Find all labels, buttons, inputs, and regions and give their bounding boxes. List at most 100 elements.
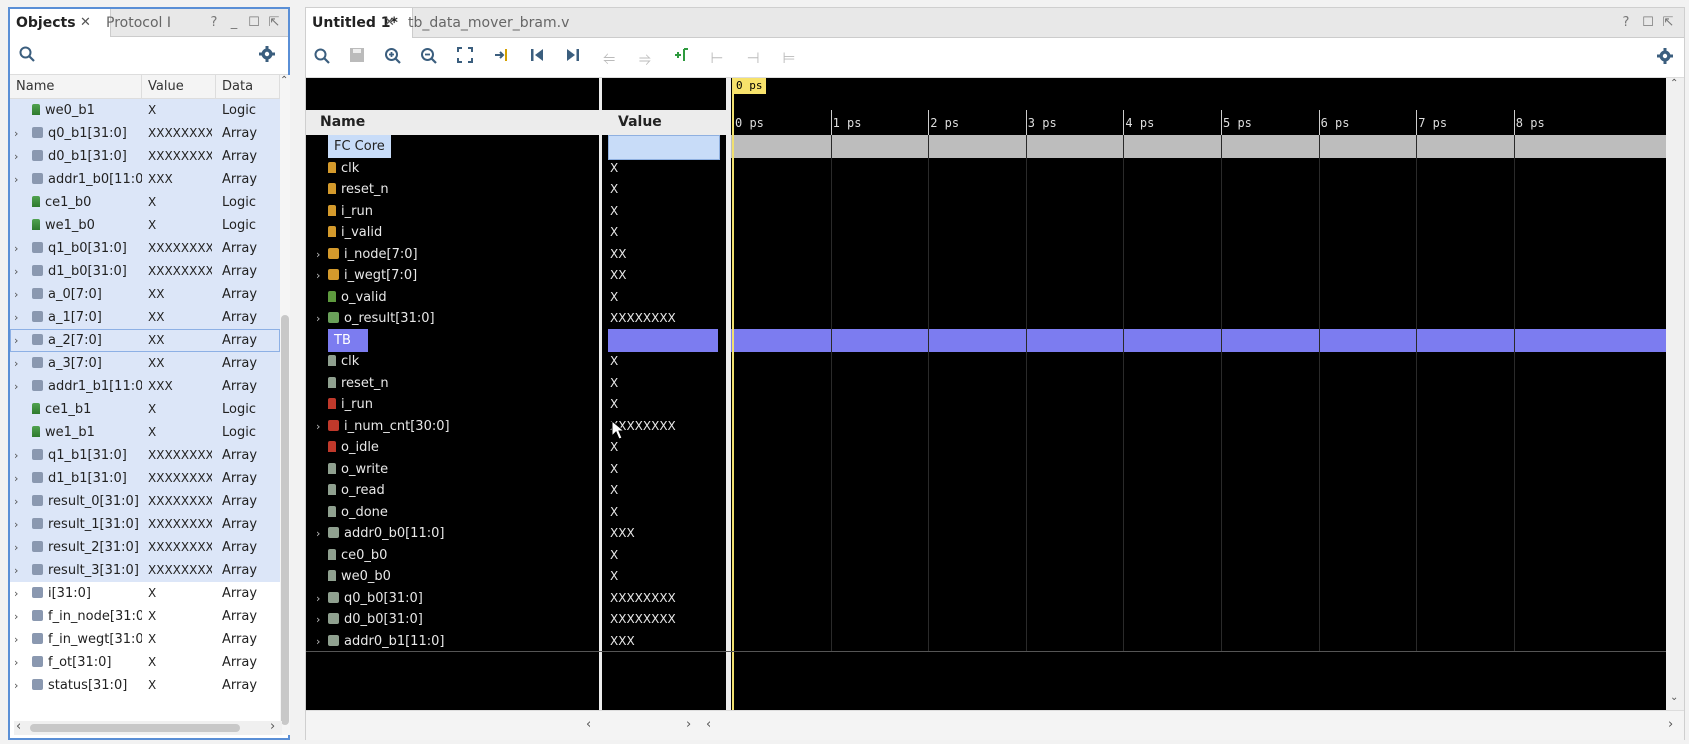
scroll-left-icon[interactable]: ‹ [16,719,21,734]
chevron-right-icon[interactable]: › [14,559,24,582]
chevron-right-icon[interactable]: › [14,168,24,191]
maximize-icon[interactable]: ☐ [1640,8,1656,38]
objects-vertical-scroll-thumb[interactable] [281,315,289,725]
signal-group-row[interactable]: FC Core [306,135,599,158]
object-row[interactable]: › q0_b1[31:0] XXXXXXXX Array [10,122,280,145]
tab-tb-data-mover-bram[interactable]: tb_data_mover_bram.v [402,8,596,38]
chevron-right-icon[interactable]: › [14,352,24,375]
object-row[interactable]: › result_3[31:0] XXXXXXXX Array [10,559,280,582]
scroll-left-icon[interactable]: ‹ [586,717,591,732]
chevron-right-icon[interactable]: › [14,260,24,283]
object-row[interactable]: ce1_b1 X Logic [10,398,280,421]
go-to-cursor-icon[interactable] [490,47,512,69]
signal-row[interactable]: clk [306,157,599,180]
object-row[interactable]: we1_b1 X Logic [10,421,280,444]
chevron-right-icon[interactable]: › [14,329,24,352]
object-row[interactable]: › a_3[7:0] XX Array [10,352,280,375]
signal-row[interactable]: › q0_b0[31:0] [306,587,599,610]
signal-row[interactable]: o_done [306,501,599,524]
float-icon[interactable]: ⇱ [1660,8,1676,38]
chevron-right-icon[interactable]: › [14,674,24,697]
signal-row[interactable]: › d0_b0[31:0] [306,608,599,631]
previous-transition-icon[interactable]: ⥢ [598,47,620,69]
chevron-right-icon[interactable]: › [14,513,24,536]
signal-row[interactable]: › o_result[31:0] [306,307,599,330]
objects-horizontal-scroll-thumb[interactable] [30,724,240,732]
chevron-right-icon[interactable]: › [14,536,24,559]
object-row[interactable]: › f_ot[31:0] X Array [10,651,280,674]
chevron-right-icon[interactable]: › [14,490,24,513]
column-value[interactable]: Value [142,75,216,99]
zoom-in-icon[interactable] [382,47,404,69]
chevron-right-icon[interactable]: › [14,237,24,260]
object-row[interactable]: › addr1_b1[11:0] XXX Array [10,375,280,398]
chevron-right-icon[interactable]: › [14,605,24,628]
waveform-vertical-scrollbar[interactable]: ⌃ ⌄ [1666,78,1684,710]
scroll-up-icon[interactable]: ⌃ [280,75,288,86]
column-name[interactable]: Name [10,75,142,99]
tab-protocol[interactable]: Protocol I [100,9,202,37]
signal-row[interactable]: o_idle [306,436,599,459]
object-row[interactable]: › result_2[31:0] XXXXXXXX Array [10,536,280,559]
close-icon[interactable]: ✕ [80,9,91,37]
scroll-right-icon[interactable]: › [686,717,691,732]
signal-row[interactable]: › i_node[7:0] [306,243,599,266]
swap-cursors-icon[interactable]: ⊨ [778,47,800,69]
chevron-right-icon[interactable]: › [14,467,24,490]
save-icon[interactable] [346,47,368,69]
chevron-right-icon[interactable]: › [316,587,326,610]
help-icon[interactable]: ? [1618,8,1634,38]
object-row[interactable]: › d1_b0[31:0] XXXXXXXX Array [10,260,280,283]
scroll-right-icon[interactable]: › [270,719,275,734]
chevron-right-icon[interactable]: › [14,444,24,467]
object-row[interactable]: › result_1[31:0] XXXXXXXX Array [10,513,280,536]
scroll-up-icon[interactable]: ⌃ [1670,78,1678,89]
object-row[interactable]: ce1_b0 X Logic [10,191,280,214]
object-row[interactable]: we1_b0 X Logic [10,214,280,237]
scroll-left-icon[interactable]: ‹ [706,717,711,732]
signal-row[interactable]: we0_b0 [306,565,599,588]
signal-row[interactable]: › addr0_b1[11:0] [306,630,599,653]
object-row[interactable]: › i[31:0] X Array [10,582,280,605]
signal-row[interactable]: reset_n [306,178,599,201]
signal-row[interactable]: i_run [306,200,599,223]
signal-row[interactable]: › i_num_cnt[30:0] [306,415,599,438]
signal-group-row[interactable]: TB [306,328,599,352]
signal-row[interactable]: o_valid [306,286,599,309]
chevron-right-icon[interactable]: › [316,243,326,266]
float-icon[interactable]: ⇱ [266,9,282,37]
tab-objects[interactable]: Objects [10,9,111,37]
waveform-plot[interactable]: 0 ps 1 ps 2 ps 3 ps 4 ps 5 ps 6 ps 7 ps 8 ps 0 ps [731,78,1666,710]
cursor-time-label[interactable]: 0 ps [733,78,766,94]
object-row[interactable]: › f_in_wegt[31:0] X Array [10,628,280,651]
scroll-right-icon[interactable]: › [1668,717,1673,732]
chevron-right-icon[interactable]: › [316,608,326,631]
tab-untitled-1[interactable]: Untitled 1* [306,8,413,38]
zoom-fit-icon[interactable] [454,47,476,69]
signal-row[interactable]: clk [306,350,599,373]
signal-row[interactable]: › i_wegt[7:0] [306,264,599,287]
time-cursor[interactable] [732,78,734,710]
signal-row[interactable]: reset_n [306,372,599,395]
object-row[interactable]: › d0_b1[31:0] XXXXXXXX Array [10,145,280,168]
chevron-right-icon[interactable]: › [14,122,24,145]
search-icon[interactable] [16,45,38,67]
objects-horizontal-scrollbar[interactable]: ‹ › [14,719,282,735]
name-column-header[interactable]: Name [306,110,599,135]
chevron-right-icon[interactable]: › [14,306,24,329]
object-row[interactable]: › q1_b1[31:0] XXXXXXXX Array [10,444,280,467]
next-marker-icon[interactable]: ⊣ [742,47,764,69]
add-marker-icon[interactable] [670,47,692,69]
chevron-right-icon[interactable]: › [316,264,326,287]
next-transition-icon[interactable]: ⥤ [634,47,656,69]
chevron-right-icon[interactable]: › [14,651,24,674]
object-row[interactable]: › result_0[31:0] XXXXXXXX Array [10,490,280,513]
objects-vertical-scrollbar[interactable]: ⌃ [280,75,290,735]
help-icon[interactable]: ? [206,9,222,37]
chevron-right-icon[interactable]: › [316,522,326,545]
object-row[interactable]: › addr1_b0[11:0] XXX Array [10,168,280,191]
zoom-out-icon[interactable] [418,47,440,69]
signal-row[interactable]: › addr0_b0[11:0] [306,522,599,545]
object-row[interactable]: › status[31:0] X Array [10,674,280,697]
chevron-right-icon[interactable]: › [14,375,24,398]
